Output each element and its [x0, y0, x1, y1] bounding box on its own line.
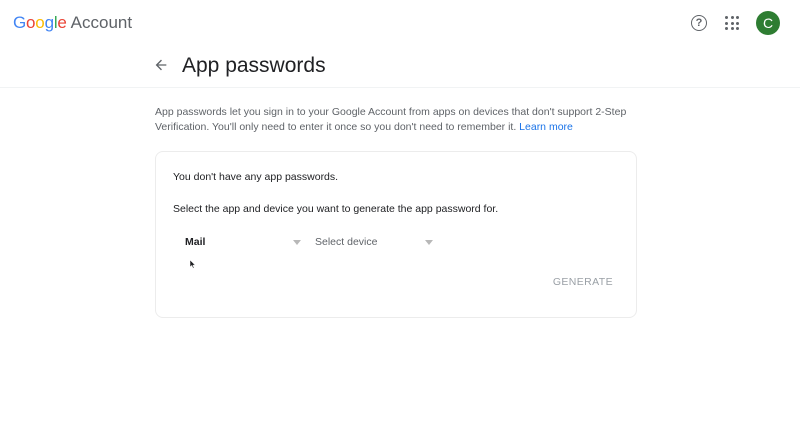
- device-select[interactable]: Select device: [315, 232, 435, 252]
- generate-button[interactable]: GENERATE: [553, 276, 613, 288]
- product-name: Account: [70, 13, 133, 32]
- back-arrow-icon[interactable]: [153, 57, 169, 73]
- device-select-caret-icon: [425, 240, 433, 245]
- mouse-cursor-icon: [190, 260, 196, 269]
- avatar[interactable]: C: [756, 11, 780, 35]
- top-right-icons: ? C: [691, 11, 780, 35]
- help-icon[interactable]: ?: [691, 15, 707, 31]
- page-description: App passwords let you sign in to your Go…: [155, 106, 627, 133]
- app-select-caret-icon: [293, 240, 301, 245]
- device-select-placeholder: Select device: [315, 236, 378, 248]
- empty-state-message: You don't have any app passwords.: [173, 171, 339, 183]
- page-header: App passwords: [0, 46, 800, 88]
- learn-more-link[interactable]: Learn more: [519, 121, 573, 133]
- apps-grid-icon[interactable]: [725, 16, 739, 30]
- top-bar: Google Account ? C: [0, 0, 800, 46]
- google-wordmark: Google: [13, 13, 67, 32]
- google-account-logo[interactable]: Google Account: [13, 13, 132, 35]
- page-title: App passwords: [182, 54, 326, 77]
- app-passwords-card: You don't have any app passwords. Select…: [155, 151, 637, 318]
- app-select[interactable]: Mail: [185, 232, 305, 252]
- instruction-text: Select the app and device you want to ge…: [173, 203, 499, 215]
- app-select-value: Mail: [185, 236, 206, 248]
